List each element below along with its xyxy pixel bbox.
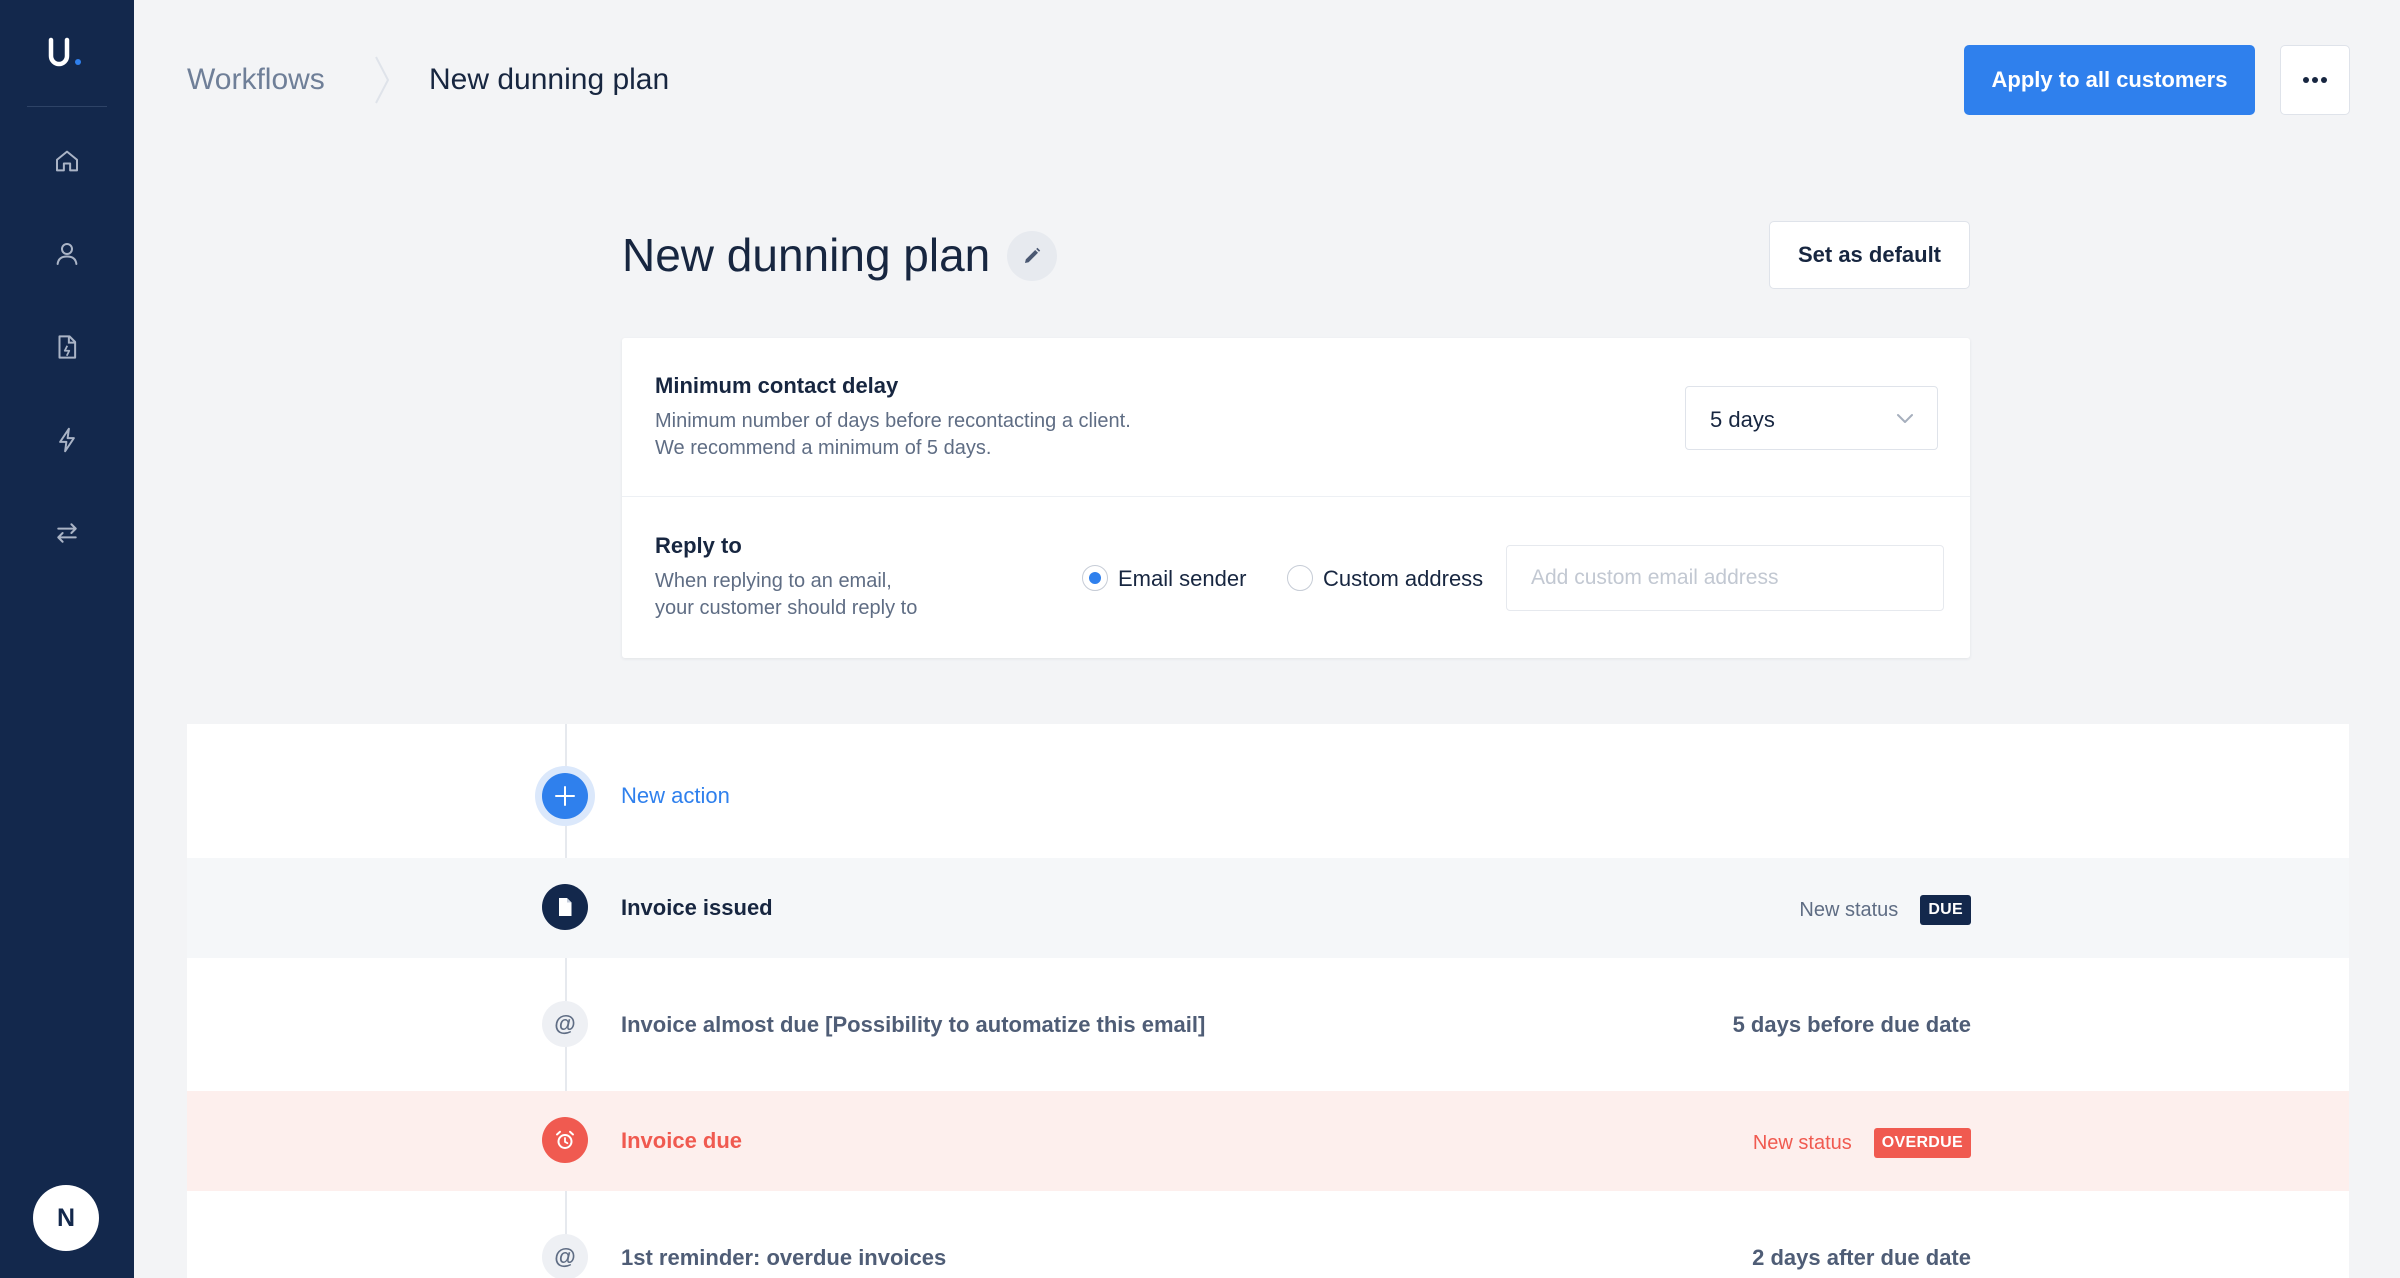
email-sender-label[interactable]: Email sender	[1118, 566, 1246, 592]
chevron-down-icon	[1897, 414, 1913, 423]
reply-to-title: Reply to	[655, 533, 742, 558]
user-icon	[56, 243, 78, 265]
timeline-row-invoice-due[interactable]: Invoice due New status OVERDUE	[187, 1091, 2349, 1191]
document-icon	[542, 884, 588, 930]
sidebar: N	[0, 0, 134, 1278]
at-icon: @	[542, 1001, 588, 1047]
email-sender-radio[interactable]	[1082, 565, 1108, 591]
invoice-icon	[58, 335, 77, 359]
custom-address-label[interactable]: Custom address	[1323, 566, 1483, 592]
new-action-button[interactable]	[535, 766, 595, 826]
more-options-button[interactable]	[2280, 45, 2350, 115]
timeline-row-first-reminder[interactable]: @ 1st reminder: overdue invoices 2 days …	[187, 1208, 2349, 1278]
sidebar-item-invoices[interactable]	[37, 317, 97, 377]
sidebar-divider	[27, 106, 107, 107]
transfer-icon	[57, 523, 77, 543]
minimum-contact-delay-desc-line2: We recommend a minimum of 5 days.	[655, 437, 992, 459]
timing-label: 5 days before due date	[1732, 1012, 1971, 1037]
edit-title-button[interactable]	[1007, 231, 1057, 281]
page-title: New dunning plan	[622, 229, 991, 281]
timeline-step-label: 1st reminder: overdue invoices	[621, 1245, 947, 1270]
avatar[interactable]: N	[33, 1185, 99, 1251]
breadcrumb-current: New dunning plan	[429, 63, 670, 96]
timing-label: 2 days after due date	[1752, 1245, 1971, 1270]
custom-address-radio[interactable]	[1287, 565, 1313, 591]
alarm-clock-icon	[542, 1117, 588, 1163]
new-status-label: New status	[1752, 1132, 1852, 1154]
timeline-step-label: Invoice almost due [Possibility to autom…	[621, 1012, 1206, 1037]
new-action-label[interactable]: New action	[621, 783, 730, 809]
more-horizontal-icon	[2303, 77, 2327, 83]
plus-icon	[555, 786, 575, 806]
timeline-step-label: Invoice issued	[621, 895, 773, 920]
custom-email-input[interactable]	[1506, 545, 1944, 611]
timeline-step-meta: 5 days before due date	[1733, 1012, 1971, 1038]
status-badge-overdue: OVERDUE	[1873, 1128, 1971, 1158]
sidebar-item-customers[interactable]	[37, 224, 97, 284]
at-icon: @	[542, 1234, 588, 1278]
timeline-step-meta: New status OVERDUE	[1753, 1128, 1971, 1158]
pencil-icon	[1025, 247, 1041, 263]
app-logo[interactable]	[0, 28, 134, 78]
breadcrumb-workflows[interactable]: Workflows	[187, 62, 325, 98]
contact-delay-value: 5 days	[1710, 407, 1775, 432]
home-icon	[56, 150, 78, 172]
breadcrumb-separator-icon	[375, 56, 390, 104]
logo-icon	[48, 37, 81, 67]
sidebar-item-transfers[interactable]	[37, 503, 97, 563]
sidebar-item-home[interactable]	[37, 131, 97, 191]
timeline-step-meta: New status DUE	[1799, 895, 1971, 925]
contact-delay-select[interactable]: 5 days	[1685, 386, 1938, 450]
apply-to-all-customers-button[interactable]: Apply to all customers	[1964, 45, 2255, 115]
lightning-icon	[59, 427, 75, 453]
minimum-contact-delay-title: Minimum contact delay	[655, 373, 899, 398]
set-as-default-button[interactable]: Set as default	[1769, 221, 1970, 289]
timeline-row-invoice-issued[interactable]: Invoice issued New status DUE	[187, 858, 2349, 958]
status-badge-due: DUE	[1920, 895, 1971, 925]
timeline-card: New action Invoice issued New status DUE…	[187, 724, 2349, 1278]
timeline-row-invoice-almost-due[interactable]: @ Invoice almost due [Possibility to aut…	[187, 975, 2349, 1075]
timeline-step-meta: 2 days after due date	[1752, 1245, 1971, 1271]
sidebar-item-workflows[interactable]	[37, 410, 97, 470]
new-status-label: New status	[1799, 899, 1899, 921]
settings-card: Minimum contact delay Minimum number of …	[622, 338, 1970, 658]
minimum-contact-delay-desc-line1: Minimum number of days before recontacti…	[655, 410, 1131, 432]
reply-to-desc-line2: your customer should reply to	[655, 597, 918, 619]
reply-to-desc-line1: When replying to an email,	[655, 570, 892, 592]
timeline-step-label: Invoice due	[621, 1128, 743, 1153]
settings-divider	[622, 496, 1970, 497]
